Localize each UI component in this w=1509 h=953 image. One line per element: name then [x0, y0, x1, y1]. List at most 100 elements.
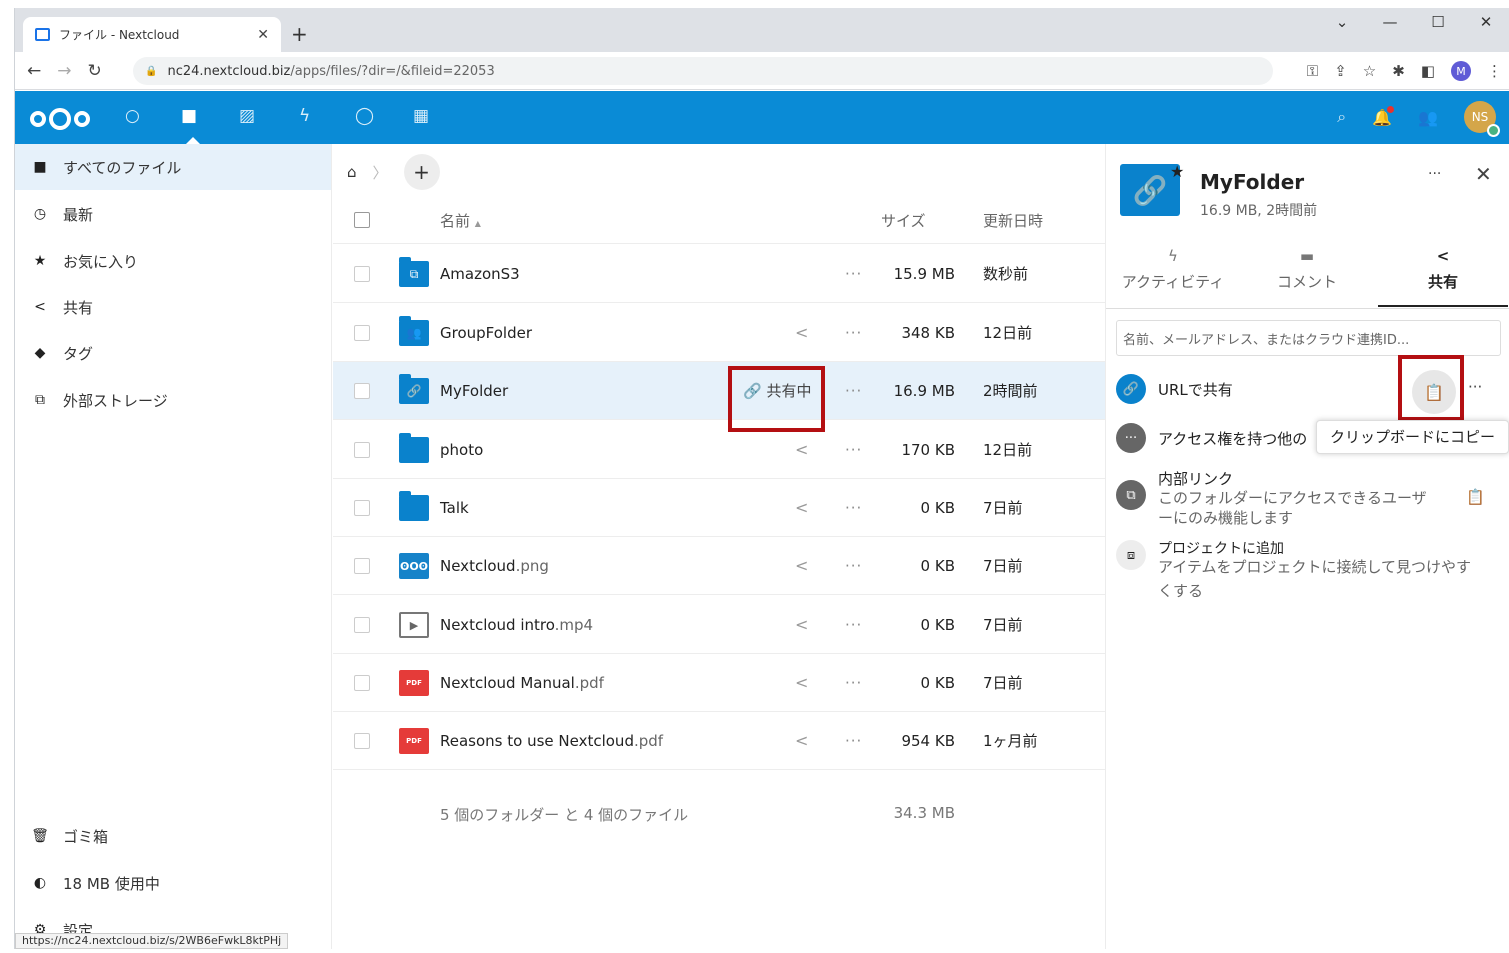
key-icon[interactable]: ⚿	[1307, 62, 1318, 80]
select-all-checkbox[interactable]	[354, 212, 370, 228]
minimize-icon[interactable]: —	[1366, 13, 1414, 31]
file-name[interactable]: Nextcloud Manual.pdf	[440, 654, 604, 712]
table-row[interactable]: ʘOʘ Nextcloud.png < ··· 0 KB 7日前	[333, 537, 1105, 595]
others-with-access-row[interactable]: ··· アクセス権を持つ他の	[1116, 423, 1316, 453]
row-checkbox[interactable]	[354, 266, 370, 282]
share-icon[interactable]: <	[795, 596, 808, 654]
share-icon[interactable]: <	[795, 712, 808, 770]
nav-item-shared[interactable]: < 共有	[15, 284, 331, 330]
add-to-project-row[interactable]: ⧈ プロジェクトに追加 アイテムをプロジェクトに接続して見つけやす くする	[1116, 540, 1501, 600]
activity-app-icon[interactable]: ϟ	[299, 106, 310, 126]
profile-avatar[interactable]: M	[1451, 61, 1471, 81]
file-actions-menu-icon[interactable]: ···	[845, 421, 862, 479]
file-actions-menu-icon[interactable]: ···	[845, 654, 862, 712]
user-avatar[interactable]: NS	[1464, 101, 1500, 137]
tab-sharing[interactable]: < 共有	[1378, 247, 1508, 307]
talk-app-icon[interactable]: ◯	[355, 106, 374, 126]
url-input[interactable]: 🔒 nc24.nextcloud.biz/apps/files/?dir=/&f…	[133, 57, 1273, 85]
share-page-icon[interactable]: ⇪	[1334, 62, 1347, 80]
share-icon[interactable]: <	[795, 537, 808, 595]
copy-internal-link-icon[interactable]: 📋	[1466, 488, 1485, 506]
file-actions-menu-icon[interactable]: ···	[845, 245, 862, 303]
file-actions-menu-icon[interactable]: ···	[845, 712, 862, 770]
extensions-puzzle-icon[interactable]: ✱	[1392, 62, 1405, 80]
file-name[interactable]: photo	[440, 421, 483, 479]
file-name[interactable]: Reasons to use Nextcloud.pdf	[440, 712, 663, 770]
copy-to-clipboard-button[interactable]: 📋	[1412, 370, 1456, 414]
back-icon[interactable]: ←	[27, 61, 41, 81]
file-name[interactable]: MyFolder	[440, 362, 508, 420]
file-actions-menu-icon[interactable]: ···	[845, 479, 862, 537]
row-checkbox[interactable]	[354, 558, 370, 574]
photos-app-icon[interactable]: ▨	[239, 106, 255, 126]
close-icon[interactable]: ✕	[1475, 162, 1492, 186]
clipboard-icon: 📋	[1424, 382, 1444, 402]
tab-comments[interactable]: ▬ コメント	[1242, 247, 1372, 307]
file-actions-menu-icon[interactable]: ···	[845, 596, 862, 654]
share-link-more-icon[interactable]: ···	[1468, 378, 1482, 396]
tab-search-icon[interactable]: ⌄	[1318, 13, 1366, 31]
table-row[interactable]: 🔗 MyFolder 🔗 共有中 ··· 16.9 MB 2時間前	[333, 362, 1105, 420]
dashboard-app-icon[interactable]: ○	[125, 106, 140, 126]
column-header-name[interactable]: 名前 ▲	[440, 210, 481, 231]
nextcloud-logo-icon[interactable]	[29, 107, 91, 136]
nav-item-recent[interactable]: ◷ 最新	[15, 191, 331, 237]
new-tab-button[interactable]: +	[291, 22, 308, 46]
file-name[interactable]: GroupFolder	[440, 304, 532, 362]
share-icon[interactable]: <	[795, 654, 808, 712]
row-checkbox[interactable]	[354, 500, 370, 516]
file-name[interactable]: Nextcloud intro.mp4	[440, 596, 593, 654]
table-row[interactable]: PDF Nextcloud Manual.pdf < ··· 0 KB 7日前	[333, 654, 1105, 712]
share-search-input[interactable]: 名前、メールアドレス、またはクラウド連携ID...	[1116, 320, 1501, 356]
file-name[interactable]: Talk	[440, 479, 469, 537]
notifications-bell-icon[interactable]: 🔔	[1372, 105, 1395, 127]
sidebar-more-icon[interactable]: ···	[1428, 166, 1441, 182]
maximize-icon[interactable]: ☐	[1414, 13, 1462, 31]
calendar-app-icon[interactable]: ▦	[413, 106, 429, 126]
row-checkbox[interactable]	[354, 383, 370, 399]
table-row[interactable]: photo < ··· 170 KB 12日前	[333, 421, 1105, 479]
file-actions-menu-icon[interactable]: ···	[845, 362, 862, 420]
share-icon[interactable]: <	[795, 421, 808, 479]
contacts-icon[interactable]: 👥	[1418, 108, 1438, 127]
home-icon[interactable]: ⌂	[347, 163, 357, 181]
nav-item-trash[interactable]: 🗑 ゴミ箱	[15, 813, 331, 859]
table-row[interactable]: Talk < ··· 0 KB 7日前	[333, 479, 1105, 537]
column-header-size[interactable]: サイズ	[881, 210, 926, 231]
favorite-star-icon[interactable]: ★	[1170, 162, 1184, 181]
close-tab-icon[interactable]: ✕	[257, 27, 269, 43]
table-row[interactable]: ▶ Nextcloud intro.mp4 < ··· 0 KB 7日前	[333, 596, 1105, 654]
nav-item-external-storage[interactable]: ⧉ 外部ストレージ	[15, 377, 331, 423]
share-icon[interactable]: <	[795, 304, 808, 362]
bookmark-star-icon[interactable]: ☆	[1363, 62, 1376, 80]
nav-item-tags[interactable]: ◆ タグ	[15, 330, 331, 376]
column-header-modified[interactable]: 更新日時	[983, 210, 1043, 231]
row-checkbox[interactable]	[354, 325, 370, 341]
nav-item-all-files[interactable]: ■ すべてのファイル	[15, 144, 331, 190]
row-checkbox[interactable]	[354, 675, 370, 691]
nav-item-quota[interactable]: ◐ 18 MB 使用中	[15, 860, 331, 906]
row-checkbox[interactable]	[354, 442, 370, 458]
table-row[interactable]: ⧉ AmazonS3 ··· 15.9 MB 数秒前	[333, 245, 1105, 303]
nav-item-favorites[interactable]: ★ お気に入り	[15, 238, 331, 284]
file-name[interactable]: AmazonS3	[440, 245, 520, 303]
file-actions-menu-icon[interactable]: ···	[845, 304, 862, 362]
side-panel-icon[interactable]: ◧	[1421, 62, 1435, 80]
new-file-button[interactable]: +	[403, 154, 440, 190]
browser-tab[interactable]: ファイル - Nextcloud ✕	[23, 17, 281, 52]
file-name[interactable]: Nextcloud.png	[440, 537, 549, 595]
search-icon[interactable]: ⌕	[1337, 107, 1346, 127]
file-actions-menu-icon[interactable]: ···	[845, 537, 862, 595]
row-checkbox[interactable]	[354, 733, 370, 749]
forward-icon[interactable]: →	[57, 61, 71, 81]
tab-activity[interactable]: ϟ アクティビティ	[1108, 247, 1238, 307]
close-window-icon[interactable]: ✕	[1462, 13, 1509, 31]
table-row[interactable]: PDF Reasons to use Nextcloud.pdf < ··· 9…	[333, 712, 1105, 770]
share-icon[interactable]: <	[795, 479, 808, 537]
row-checkbox[interactable]	[354, 617, 370, 633]
menu-kebab-icon[interactable]: ⋮	[1487, 62, 1502, 80]
table-row[interactable]: 👥 GroupFolder < ··· 348 KB 12日前	[333, 304, 1105, 362]
reload-icon[interactable]: ↻	[88, 61, 102, 81]
shared-status-button[interactable]: 🔗 共有中	[743, 362, 811, 420]
files-app-icon[interactable]: ■	[181, 106, 197, 126]
